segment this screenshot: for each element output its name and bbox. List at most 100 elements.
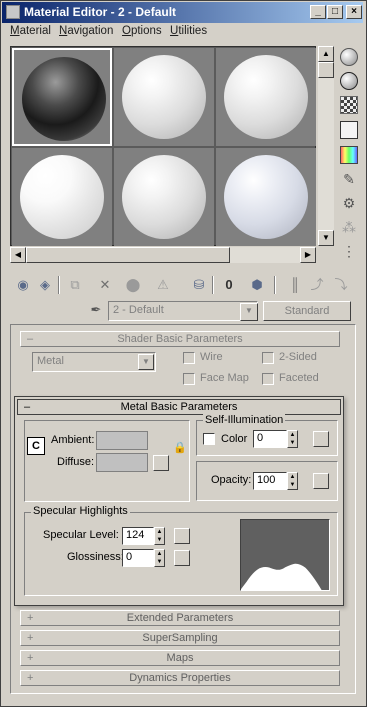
go-to-parent-icon[interactable]: ⤴ xyxy=(308,276,326,294)
highlight-curve-graph xyxy=(241,563,322,590)
lock-icon[interactable]: 🔒 xyxy=(173,441,187,455)
material-type-button[interactable]: Standard xyxy=(263,301,351,321)
sample-slots-hscroll[interactable]: ◀ ▶ xyxy=(10,247,316,263)
self-illumination-color-checkbox[interactable] xyxy=(203,433,215,445)
sample-type-icon[interactable] xyxy=(340,48,358,66)
ambient-label: Ambient: xyxy=(51,434,95,446)
pick-material-eyedropper-icon[interactable]: ✒ xyxy=(88,302,104,318)
menu-navigation[interactable]: Navigation xyxy=(59,25,113,37)
supersampling-rollout-header[interactable]: + SuperSampling xyxy=(20,630,340,646)
opacity-label: Opacity: xyxy=(211,474,252,486)
shader-basic-rollout-body: Metal ▼ Wire 2-Sided Face Map Faceted xyxy=(20,347,340,392)
maps-rollout-header[interactable]: + Maps xyxy=(20,650,340,666)
specular-level-label: Specular Level: xyxy=(43,529,119,541)
scroll-right-arrow-icon[interactable]: ▶ xyxy=(300,247,316,263)
specular-highlights-title: Specular Highlights xyxy=(31,505,130,517)
opacity-map-button[interactable] xyxy=(313,473,329,489)
put-to-library-icon[interactable]: ⛁ xyxy=(190,276,208,294)
sample-sphere xyxy=(224,155,308,239)
material-effects-channel-icon[interactable]: 0 xyxy=(220,276,238,294)
wire-checkbox[interactable] xyxy=(183,352,195,364)
options-icon[interactable]: ⚙ xyxy=(340,194,358,212)
wire-label: Wire xyxy=(200,351,223,363)
material-name-dropdown-arrow-icon[interactable]: ▼ xyxy=(240,303,258,321)
two-sided-label: 2-Sided xyxy=(279,351,317,363)
rollout-title: Dynamics Properties xyxy=(129,672,231,684)
dynamics-properties-rollout-header[interactable]: + Dynamics Properties xyxy=(20,670,340,686)
faceted-checkbox[interactable] xyxy=(262,373,274,385)
menu-material[interactable]: Material xyxy=(10,25,51,37)
specular-level-field[interactable]: 124 xyxy=(122,527,154,545)
reset-map-icon[interactable]: ✕ xyxy=(96,276,114,294)
sample-slots xyxy=(10,46,316,246)
lock-ambient-diffuse-button[interactable]: C xyxy=(27,437,45,455)
sample-slot-2[interactable] xyxy=(114,48,214,146)
sample-slot-6[interactable] xyxy=(216,148,316,246)
glossiness-spinner[interactable]: ▲ ▼ xyxy=(154,549,165,567)
collapse-sign: – xyxy=(24,401,31,413)
diffuse-map-button[interactable] xyxy=(153,455,169,471)
rollout-title: Shader Basic Parameters xyxy=(117,333,243,345)
menu-options[interactable]: Options xyxy=(122,25,162,37)
self-illumination-title: Self-Illumination xyxy=(203,414,286,426)
menu-utilities[interactable]: Utilities xyxy=(170,25,207,37)
glossiness-field[interactable]: 0 xyxy=(122,549,154,567)
self-illumination-value-field[interactable]: 0 xyxy=(253,430,287,448)
sample-slot-1[interactable] xyxy=(12,48,112,146)
show-end-result-icon[interactable]: ║ xyxy=(286,276,304,294)
sample-slot-3[interactable] xyxy=(216,48,316,146)
assign-material-icon[interactable]: ⧉ xyxy=(66,276,84,294)
go-forward-to-sibling-icon[interactable]: ⤵ xyxy=(332,276,350,294)
sample-slot-5[interactable] xyxy=(114,148,214,246)
specular-highlight-curve xyxy=(240,519,330,591)
glossiness-label: Glossiness: xyxy=(67,551,124,563)
video-color-check-icon[interactable] xyxy=(340,146,358,164)
opacity-value-field[interactable]: 100 xyxy=(253,472,287,490)
rollout-title: Maps xyxy=(166,652,194,664)
expand-sign: + xyxy=(27,652,34,664)
extended-parameters-rollout-header[interactable]: + Extended Parameters xyxy=(20,610,340,626)
maximize-button[interactable]: □ xyxy=(327,5,343,19)
self-illumination-spinner[interactable]: ▲ ▼ xyxy=(287,430,298,448)
title-bar: Material Editor - 2 - Default _ □ × xyxy=(2,2,363,23)
two-sided-checkbox[interactable] xyxy=(262,352,274,364)
hscroll-thumb[interactable] xyxy=(26,247,230,263)
specular-level-map-button[interactable] xyxy=(174,528,190,544)
metal-basic-rollout-header[interactable]: – Metal Basic Parameters xyxy=(17,399,341,415)
make-preview-icon[interactable]: ✎ xyxy=(340,170,358,188)
sample-uv-tiling-icon[interactable] xyxy=(340,121,358,139)
scroll-up-arrow-icon[interactable]: ▲ xyxy=(318,46,334,62)
rollout-title: Extended Parameters xyxy=(126,612,234,624)
rollout-title: Metal Basic Parameters xyxy=(120,401,238,413)
put-material-to-scene-icon[interactable]: ◈ xyxy=(36,276,54,294)
close-button[interactable]: × xyxy=(346,5,362,19)
face-map-checkbox[interactable] xyxy=(183,373,195,385)
shader-basic-rollout-header[interactable]: – Shader Basic Parameters xyxy=(20,331,340,347)
get-material-icon[interactable]: ◉ xyxy=(14,276,32,294)
toolbar-separator xyxy=(58,276,60,294)
diffuse-color-swatch[interactable] xyxy=(96,453,148,472)
minimize-button[interactable]: _ xyxy=(310,5,326,19)
make-unique-icon[interactable]: ⚠ xyxy=(154,276,172,294)
ambient-color-swatch[interactable] xyxy=(96,431,148,450)
show-map-in-viewport-icon[interactable]: ⬢ xyxy=(248,276,266,294)
backlight-icon[interactable] xyxy=(340,72,358,90)
material-name-field[interactable]: 2 - Default xyxy=(108,301,258,321)
make-material-copy-icon[interactable]: ⬤ xyxy=(124,276,142,294)
expand-sign: + xyxy=(27,612,34,624)
scroll-left-arrow-icon[interactable]: ◀ xyxy=(10,247,26,263)
material-map-navigator-icon[interactable]: ⋮ xyxy=(340,242,358,260)
sample-sphere xyxy=(122,155,206,239)
scroll-down-arrow-icon[interactable]: ▼ xyxy=(318,230,334,246)
sample-slot-4[interactable] xyxy=(12,148,112,246)
sample-slots-vscroll[interactable]: ▲ ▼ xyxy=(318,46,334,246)
specular-level-spinner[interactable]: ▲ ▼ xyxy=(154,527,165,545)
shader-dropdown-arrow-icon[interactable]: ▼ xyxy=(138,354,154,370)
self-illumination-map-button[interactable] xyxy=(313,431,329,447)
glossiness-map-button[interactable] xyxy=(174,550,190,566)
background-checker-icon[interactable] xyxy=(340,96,358,114)
vscroll-thumb[interactable] xyxy=(318,62,334,78)
select-by-material-icon[interactable]: ⁂ xyxy=(340,218,358,236)
opacity-spinner[interactable]: ▲ ▼ xyxy=(287,472,298,490)
self-illumination-color-label: Color xyxy=(221,433,248,445)
